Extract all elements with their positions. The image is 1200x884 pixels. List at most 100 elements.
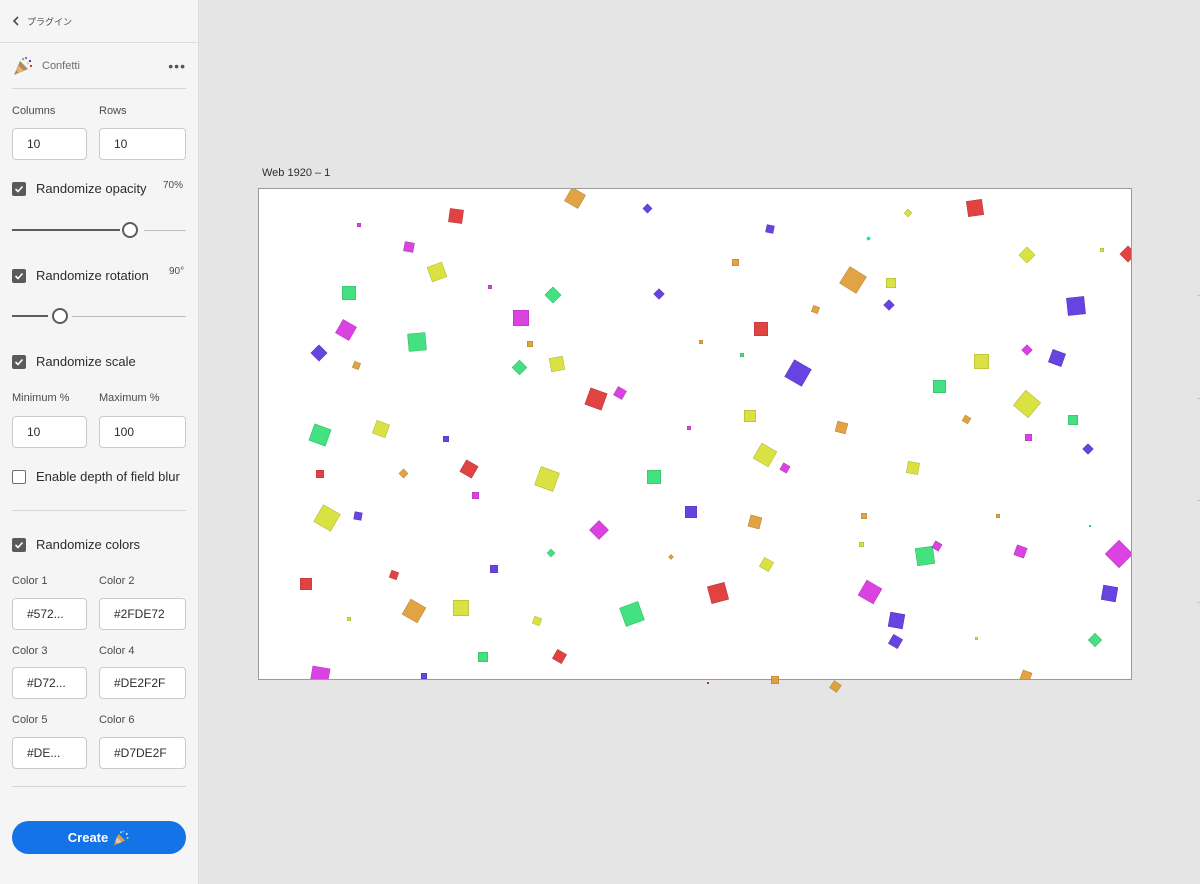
confetti-piece	[313, 504, 341, 532]
randomize-scale-checkbox[interactable]: Randomize scale	[12, 354, 136, 369]
create-button[interactable]: Create	[12, 821, 186, 854]
confetti-piece	[1018, 246, 1036, 264]
confetti-piece	[443, 436, 449, 442]
color-5-input[interactable]: #DE...	[12, 737, 87, 769]
confetti-piece	[453, 600, 469, 616]
confetti-piece	[747, 514, 763, 530]
confetti-piece	[996, 514, 1000, 518]
divider	[12, 510, 186, 511]
confetti-piece	[886, 278, 896, 288]
confetti-piece	[403, 241, 415, 253]
rotation-slider-thumb[interactable]	[52, 308, 68, 324]
randomize-colors-checkbox[interactable]: Randomize colors	[12, 537, 140, 552]
confetti-piece	[471, 491, 479, 499]
color-4-input[interactable]: #DE2F2F	[99, 667, 186, 699]
confetti-piece	[351, 360, 361, 370]
confetti-piece	[758, 556, 774, 572]
confetti-piece	[309, 665, 331, 679]
confetti-piece	[1100, 248, 1104, 252]
confetti-piece	[448, 208, 464, 224]
confetti-piece	[511, 359, 527, 375]
confetti-piece	[1066, 296, 1086, 316]
confetti-piece	[1104, 539, 1131, 569]
confetti-piece	[300, 578, 312, 590]
confetti-piece	[1082, 443, 1094, 455]
confetti-piece	[861, 513, 867, 519]
color-3-label: Color 3	[12, 645, 48, 657]
plugin-header: Confetti •••	[12, 52, 186, 80]
confetti-piece	[1012, 543, 1028, 559]
color-2-input[interactable]: #2FDE72	[99, 598, 186, 630]
confetti-piece	[551, 648, 567, 664]
confetti-piece	[707, 682, 709, 684]
minimum-input[interactable]: 10	[12, 416, 87, 448]
confetti-piece	[459, 459, 479, 479]
confetti-piece	[426, 261, 448, 283]
confetti-piece	[784, 359, 812, 387]
confetti-piece	[619, 601, 645, 627]
back-button[interactable]: プラグイン	[0, 0, 199, 43]
confetti-piece	[858, 541, 864, 547]
confetti-piece	[752, 442, 778, 468]
color-6-input[interactable]: #D7DE2F	[99, 737, 186, 769]
confetti-piece	[1012, 389, 1042, 419]
randomize-rotation-checkbox[interactable]: Randomize rotation	[12, 268, 149, 283]
more-dots-icon[interactable]: •••	[168, 59, 186, 73]
confetti-piece	[771, 676, 779, 684]
confetti-piece	[546, 548, 556, 558]
color-1-input[interactable]: #572...	[12, 598, 87, 630]
confetti-piece	[903, 208, 913, 218]
confetti-piece	[839, 266, 867, 294]
confetti-piece	[685, 506, 697, 518]
confetti-piece	[1089, 525, 1091, 527]
confetti-piece	[513, 310, 529, 326]
confetti-piece	[584, 387, 608, 411]
confetti-piece	[740, 353, 744, 357]
opacity-slider-thumb[interactable]	[122, 222, 138, 238]
columns-input[interactable]: 10	[12, 128, 87, 160]
party-popper-icon	[14, 56, 32, 75]
confetti-piece	[828, 679, 842, 693]
confetti-piece	[531, 615, 543, 627]
confetti-piece	[687, 426, 691, 430]
artboard-canvas[interactable]	[258, 188, 1132, 680]
confetti-piece	[347, 617, 351, 621]
confetti-piece	[914, 545, 936, 567]
confetti-piece	[961, 414, 971, 424]
create-button-label: Create	[67, 830, 109, 845]
randomize-opacity-checkbox[interactable]: Randomize opacity	[12, 181, 147, 196]
confetti-piece	[1021, 344, 1033, 356]
confetti-piece	[883, 299, 895, 311]
confetti-piece	[865, 235, 871, 241]
color-2-label: Color 2	[99, 575, 135, 587]
confetti-piece	[564, 189, 586, 209]
confetti-piece	[1100, 584, 1118, 602]
confetti-piece	[1024, 433, 1032, 441]
rows-input[interactable]: 10	[99, 128, 186, 160]
confetti-piece	[353, 511, 363, 521]
checkbox-checked-icon	[12, 268, 26, 283]
columns-label: Columns	[12, 105, 56, 117]
confetti-piece	[1068, 415, 1078, 425]
confetti-piece	[1087, 632, 1103, 648]
depth-of-field-label: Enable depth of field blur	[36, 469, 180, 484]
color-3-input[interactable]: #D72...	[12, 667, 87, 699]
confetti-piece	[398, 468, 408, 478]
confetti-piece	[316, 470, 324, 478]
maximum-input[interactable]: 100	[99, 416, 186, 448]
party-popper-icon	[113, 830, 129, 845]
opacity-value: 70%	[163, 180, 184, 191]
rotation-value: 90°	[169, 266, 185, 277]
confetti-piece	[857, 579, 883, 605]
randomize-opacity-label: Randomize opacity	[36, 181, 147, 196]
opacity-slider[interactable]	[12, 221, 186, 239]
rotation-slider[interactable]	[12, 307, 186, 325]
depth-of-field-checkbox[interactable]: Enable depth of field blur	[12, 469, 180, 484]
confetti-piece	[974, 636, 978, 640]
divider	[12, 88, 186, 89]
confetti-piece	[965, 198, 985, 218]
color-1-label: Color 1	[12, 575, 48, 587]
confetti-piece	[342, 286, 356, 300]
confetti-piece	[490, 565, 498, 573]
randomize-colors-label: Randomize colors	[36, 537, 141, 552]
